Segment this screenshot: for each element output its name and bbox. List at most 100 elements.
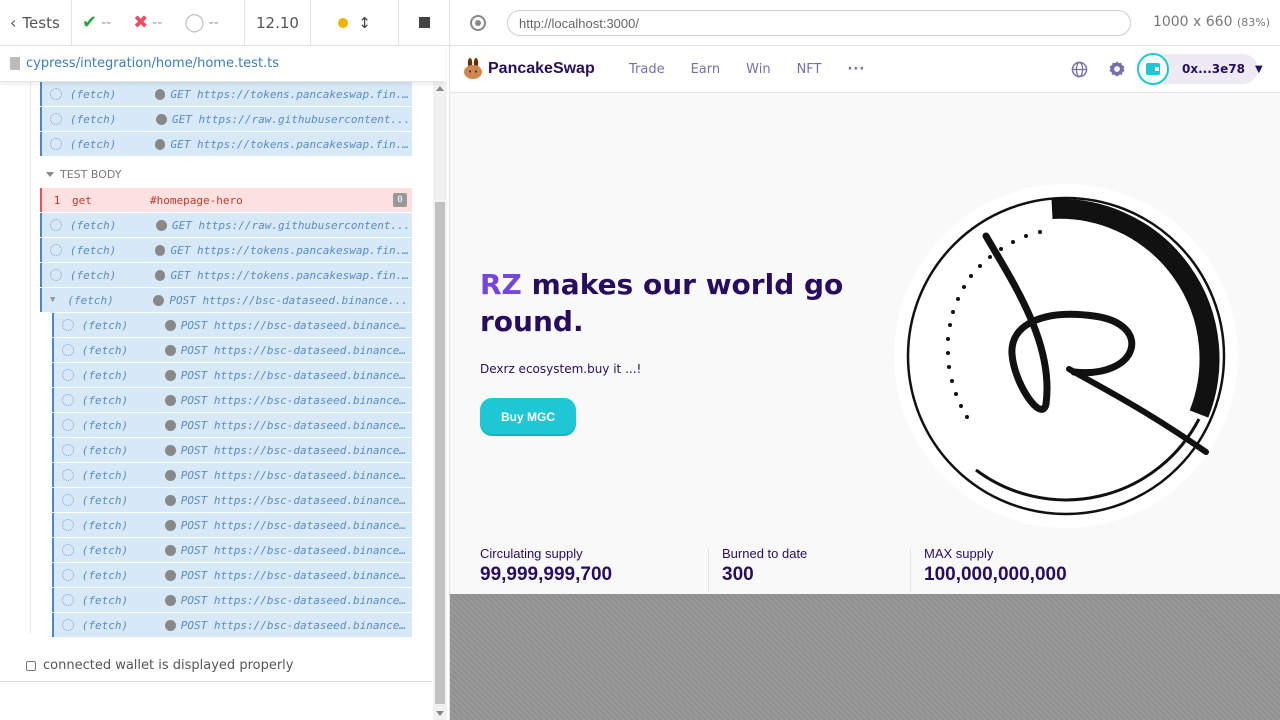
buy-button[interactable]: Buy MGC <box>480 398 576 436</box>
status-dot-icon <box>165 369 176 381</box>
section-label: TEST BODY <box>60 168 122 181</box>
test-body-header[interactable]: TEST BODY <box>46 168 121 181</box>
command-name: (fetch) <box>81 443 129 457</box>
command-name: (fetch) <box>81 493 129 507</box>
command-method: GET <box>170 268 191 282</box>
nav-item-trade[interactable]: Trade <box>629 62 665 77</box>
gear-icon[interactable] <box>1108 60 1126 78</box>
status-dot-icon <box>165 544 176 556</box>
command-message: POST https://bsc-dataseed.binance... <box>181 544 412 557</box>
scroll-up-icon[interactable] <box>436 86 444 91</box>
stat-burned: Burned to date 300 <box>722 546 807 594</box>
command-url: https://bsc-dataseed.binance... <box>213 543 413 557</box>
command-name: (fetch) <box>81 418 129 432</box>
command-message: GET https://tokens.pancakeswap.fin... <box>170 88 412 101</box>
command-name: (fetch) <box>70 112 117 126</box>
url-text: http://localhost:3000/ <box>519 15 639 31</box>
command-url: https://bsc-dataseed.binance... <box>213 368 413 382</box>
command-group-row[interactable]: ▼ (fetch) POST https://bsc-dataseed.bina… <box>40 288 412 312</box>
scroll-down-icon[interactable] <box>436 711 444 716</box>
app-under-test: http://localhost:3000/ 1000 x 660 (83%) <box>450 0 1280 720</box>
failed-command-row[interactable]: 1 get #homepage-hero 0 <box>40 188 412 212</box>
nav-item-earn[interactable]: Earn <box>691 62 721 77</box>
wallet-button[interactable]: 0x...3e78 ▼ <box>1137 53 1263 85</box>
command-method: POST <box>180 543 208 557</box>
failed-stat: ✖ -- <box>133 12 162 33</box>
command-number: 1 <box>53 193 61 207</box>
nested-command-row[interactable]: (fetch) POST https://bsc-dataseed.binance… <box>52 438 412 462</box>
element-count-badge: 0 <box>393 193 407 207</box>
nested-command-row[interactable]: (fetch) POST https://bsc-dataseed.binance… <box>52 313 412 337</box>
command-log: (fetch) GET https://tokens.pancakeswap.f… <box>0 82 432 682</box>
reporter-scrollbar[interactable] <box>433 82 447 720</box>
command-row[interactable]: (fetch) GET https://raw.githubuserconten… <box>40 213 412 237</box>
stop-button[interactable] <box>399 0 450 46</box>
command-row[interactable]: (fetch) GET https://tokens.pancakeswap.f… <box>40 238 412 262</box>
scroll-thumb[interactable] <box>435 202 445 704</box>
command-message: POST https://bsc-dataseed.binance... <box>181 444 412 457</box>
spinner-icon <box>62 344 74 356</box>
test-title[interactable]: connected wallet is displayed properly <box>26 658 293 673</box>
brand-logo[interactable]: PancakeSwap <box>462 58 595 80</box>
globe-icon[interactable] <box>1071 61 1088 78</box>
tests-back-button[interactable]: ‹ Tests <box>0 0 72 46</box>
command-message: GET https://tokens.pancakeswap.fin... <box>170 244 412 257</box>
nested-command-row[interactable]: (fetch) POST https://bsc-dataseed.binance… <box>52 363 412 387</box>
nav-item-nft[interactable]: NFT <box>797 62 822 77</box>
command-method: GET <box>170 87 191 101</box>
more-menu-icon[interactable]: ··· <box>847 62 865 77</box>
nested-command-row[interactable]: (fetch) POST https://bsc-dataseed.binance… <box>52 513 412 537</box>
status-dot-icon <box>165 344 176 356</box>
nested-command-row[interactable]: (fetch) POST https://bsc-dataseed.binance… <box>52 588 412 612</box>
command-url: https://tokens.pancakeswap.fin... <box>196 243 412 257</box>
stop-icon <box>419 17 430 28</box>
auto-scroll-control[interactable]: ↕ <box>311 0 399 46</box>
command-name: (fetch) <box>70 218 117 232</box>
viewport-info[interactable]: 1000 x 660 (83%) <box>1153 14 1270 30</box>
command-method: POST <box>180 418 208 432</box>
nested-command-row[interactable]: (fetch) POST https://bsc-dataseed.binance… <box>52 388 412 412</box>
command-name: (fetch) <box>81 543 129 557</box>
nested-command-row[interactable]: (fetch) POST https://bsc-dataseed.binance… <box>52 338 412 362</box>
nav-item-win[interactable]: Win <box>746 62 770 77</box>
command-method: POST <box>180 368 208 382</box>
collapse-chevron-icon[interactable]: ▼ <box>50 295 55 305</box>
stat-label: MAX supply <box>924 546 994 561</box>
test-status-icon <box>26 660 36 671</box>
nested-command-row[interactable]: (fetch) POST https://bsc-dataseed.binance… <box>52 563 412 587</box>
spinner-icon <box>62 619 74 631</box>
status-dot-icon <box>165 594 176 606</box>
status-dot-icon <box>156 113 167 125</box>
arrows-vertical-icon[interactable]: ↕ <box>358 14 371 32</box>
command-row[interactable]: (fetch) GET https://raw.githubuserconten… <box>40 107 412 131</box>
hero-title-accent: RZ <box>480 268 522 301</box>
pending-circle-icon: ◯ <box>184 12 205 33</box>
command-method: POST <box>169 293 196 307</box>
command-row[interactable]: (fetch) GET https://tokens.pancakeswap.f… <box>40 132 412 156</box>
command-row[interactable]: (fetch) GET https://tokens.pancakeswap.f… <box>40 82 412 106</box>
command-url: https://bsc-dataseed.binance... <box>213 443 413 457</box>
url-bar[interactable]: http://localhost:3000/ <box>507 10 1131 36</box>
nested-command-row[interactable]: (fetch) POST https://bsc-dataseed.binance… <box>52 488 412 512</box>
nested-command-row[interactable]: (fetch) POST https://bsc-dataseed.binance… <box>52 463 412 487</box>
stat-divider <box>708 548 709 592</box>
file-icon <box>10 57 20 70</box>
command-row[interactable]: (fetch) GET https://tokens.pancakeswap.f… <box>40 263 412 287</box>
command-name: (fetch) <box>81 368 129 382</box>
duration: 12.10 <box>245 0 311 46</box>
top-nav: PancakeSwap Trade Earn Win NFT ··· 0x...… <box>450 46 1280 93</box>
command-method: GET <box>170 243 191 257</box>
command-method: POST <box>180 518 208 532</box>
command-method: POST <box>180 468 208 482</box>
spec-file-path[interactable]: cypress/integration/home/home.test.ts <box>0 46 445 82</box>
nested-command-row[interactable]: (fetch) POST https://bsc-dataseed.binance… <box>52 613 412 637</box>
stat-circulating: Circulating supply 99,999,999,700 <box>480 546 612 594</box>
status-dot-icon <box>153 294 165 306</box>
command-message: POST https://bsc-dataseed.binance... <box>181 469 412 482</box>
nested-command-row[interactable]: (fetch) POST https://bsc-dataseed.binance… <box>52 538 412 562</box>
selector-playground-icon[interactable] <box>470 14 486 31</box>
nested-command-row[interactable]: (fetch) POST https://bsc-dataseed.binance… <box>52 413 412 437</box>
command-name: (fetch) <box>69 87 117 101</box>
command-name: (fetch) <box>81 343 129 357</box>
spinner-icon <box>50 113 62 125</box>
